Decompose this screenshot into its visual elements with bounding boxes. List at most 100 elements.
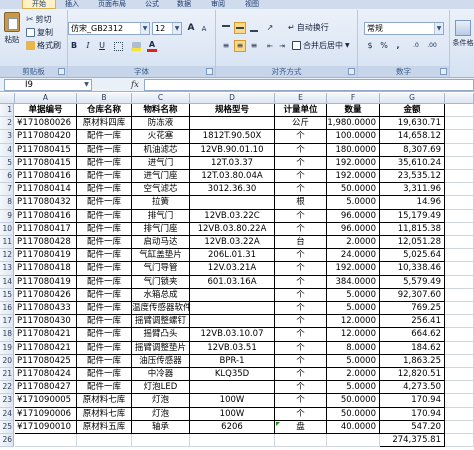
row-header[interactable]: 2 (0, 117, 14, 131)
fill-color-button[interactable] (130, 40, 142, 52)
table-cell[interactable] (445, 368, 474, 382)
table-cell[interactable]: P117080414 (15, 183, 77, 197)
table-cell[interactable]: 配件一库 (77, 156, 132, 170)
increase-indent-button[interactable]: ⇥ (276, 40, 288, 52)
underline-button[interactable]: U (96, 40, 108, 52)
table-cell[interactable] (190, 196, 275, 210)
table-cell[interactable]: 个 (275, 354, 327, 368)
table-cell[interactable]: 274,375.81 (380, 434, 445, 448)
column-title[interactable]: 单据编号 (15, 104, 77, 118)
table-cell[interactable]: 配件一库 (77, 196, 132, 210)
column-header-extra[interactable] (445, 93, 474, 104)
table-cell[interactable]: P117080427 (15, 381, 77, 395)
table-cell[interactable]: 配件一库 (77, 249, 132, 263)
error-indicator-icon[interactable] (276, 421, 280, 426)
table-cell[interactable]: P117080421 (15, 341, 77, 355)
table-cell[interactable] (445, 420, 474, 434)
table-cell[interactable]: 192.0000 (327, 156, 380, 170)
table-cell[interactable]: 配件一库 (77, 183, 132, 197)
table-cell[interactable]: 摇臂调整螺钉 (132, 315, 190, 329)
table-cell[interactable]: 5.0000 (327, 288, 380, 302)
table-cell[interactable]: 19,630.71 (380, 117, 445, 131)
table-cell[interactable]: 12T.03.37 (190, 156, 275, 170)
table-cell[interactable]: 灯泡LED (132, 381, 190, 395)
comma-button[interactable]: , (392, 40, 404, 52)
row-header[interactable]: 21 (0, 368, 14, 382)
table-cell[interactable] (132, 434, 190, 448)
table-cell[interactable]: 664.62 (380, 328, 445, 342)
table-cell[interactable] (445, 262, 474, 276)
table-cell[interactable] (275, 434, 327, 448)
row-header[interactable]: 11 (0, 236, 14, 250)
table-cell[interactable]: P117080424 (15, 368, 77, 382)
row-header[interactable]: 5 (0, 156, 14, 170)
table-cell[interactable]: 台 (275, 236, 327, 250)
align-center-button[interactable]: ≡ (234, 40, 246, 52)
table-cell[interactable]: 12.0000 (327, 328, 380, 342)
table-cell[interactable]: 23,535.12 (380, 170, 445, 184)
table-cell[interactable] (445, 288, 474, 302)
table-cell[interactable] (445, 222, 474, 236)
table-cell[interactable]: 10,338.46 (380, 262, 445, 276)
table-cell[interactable] (445, 156, 474, 170)
table-cell[interactable]: ¥171080026 (15, 117, 77, 131)
table-cell[interactable] (445, 354, 474, 368)
table-cell[interactable]: 个 (275, 302, 327, 316)
decrease-decimal-button[interactable]: .00 (424, 40, 440, 52)
number-format-combo[interactable]: 常规 ▼ (364, 22, 444, 35)
row-header[interactable]: 13 (0, 262, 14, 276)
table-cell[interactable]: 12VB.03.51 (190, 341, 275, 355)
table-cell[interactable]: 35,610.24 (380, 156, 445, 170)
table-cell[interactable] (190, 315, 275, 329)
row-header[interactable]: 8 (0, 196, 14, 210)
table-cell[interactable]: 8,307.69 (380, 143, 445, 157)
table-cell[interactable]: 14,658.12 (380, 130, 445, 144)
table-cell[interactable] (445, 302, 474, 316)
table-cell[interactable]: 6206 (190, 420, 275, 434)
table-cell[interactable]: 12VB.03.10.07 (190, 328, 275, 342)
table-cell[interactable]: 8.0000 (327, 341, 380, 355)
table-cell[interactable]: 根 (275, 196, 327, 210)
column-title[interactable]: 计量单位 (275, 104, 327, 118)
bold-button[interactable]: B (68, 40, 80, 52)
row-header[interactable]: 18 (0, 328, 14, 342)
table-cell[interactable]: 12T.03.80.04A (190, 170, 275, 184)
align-left-button[interactable]: ≡ (220, 40, 232, 52)
column-title[interactable]: 数量 (327, 104, 380, 118)
wrap-text-button[interactable]: ↵ 自动换行 (288, 22, 329, 33)
table-cell[interactable]: 100W (190, 394, 275, 408)
table-cell[interactable]: 12VB.03.22C (190, 209, 275, 223)
row-header[interactable]: 20 (0, 354, 14, 368)
table-cell[interactable]: 油压传感器 (132, 354, 190, 368)
table-cell[interactable]: 配件一库 (77, 262, 132, 276)
table-cell[interactable] (77, 434, 132, 448)
table-cell[interactable]: 5.0000 (327, 302, 380, 316)
table-cell[interactable]: 50.0000 (327, 183, 380, 197)
table-cell[interactable]: 1,980.0000 (327, 117, 380, 131)
table-cell[interactable]: 12VB.03.80.22A (190, 222, 275, 236)
table-cell[interactable] (445, 130, 474, 144)
column-header-d[interactable]: D (190, 93, 275, 104)
table-cell[interactable]: P117080426 (15, 288, 77, 302)
table-cell[interactable]: 盘 (275, 420, 327, 434)
table-cell[interactable]: P117080432 (15, 196, 77, 210)
row-header[interactable]: 6 (0, 170, 14, 184)
table-cell[interactable] (445, 381, 474, 395)
table-cell[interactable]: 个 (275, 407, 327, 421)
table-cell[interactable]: 96.0000 (327, 209, 380, 223)
column-title[interactable]: 金额 (380, 104, 445, 118)
table-cell[interactable]: 配件一库 (77, 275, 132, 289)
table-cell[interactable]: 配件一库 (77, 328, 132, 342)
table-cell[interactable]: 256.41 (380, 315, 445, 329)
table-cell[interactable]: 24.0000 (327, 249, 380, 263)
table-cell[interactable]: 个 (275, 262, 327, 276)
table-cell[interactable]: 摇臂调整垫片 (132, 341, 190, 355)
table-cell[interactable]: 原材料七库 (77, 407, 132, 421)
italic-button[interactable]: I (82, 40, 94, 52)
column-header-a[interactable]: A (15, 93, 77, 104)
table-cell[interactable]: 公斤 (275, 117, 327, 131)
table-cell[interactable] (445, 275, 474, 289)
table-cell[interactable]: 14.96 (380, 196, 445, 210)
table-cell[interactable]: 5,025.64 (380, 249, 445, 263)
name-box[interactable]: I9 ▼ (4, 79, 92, 91)
